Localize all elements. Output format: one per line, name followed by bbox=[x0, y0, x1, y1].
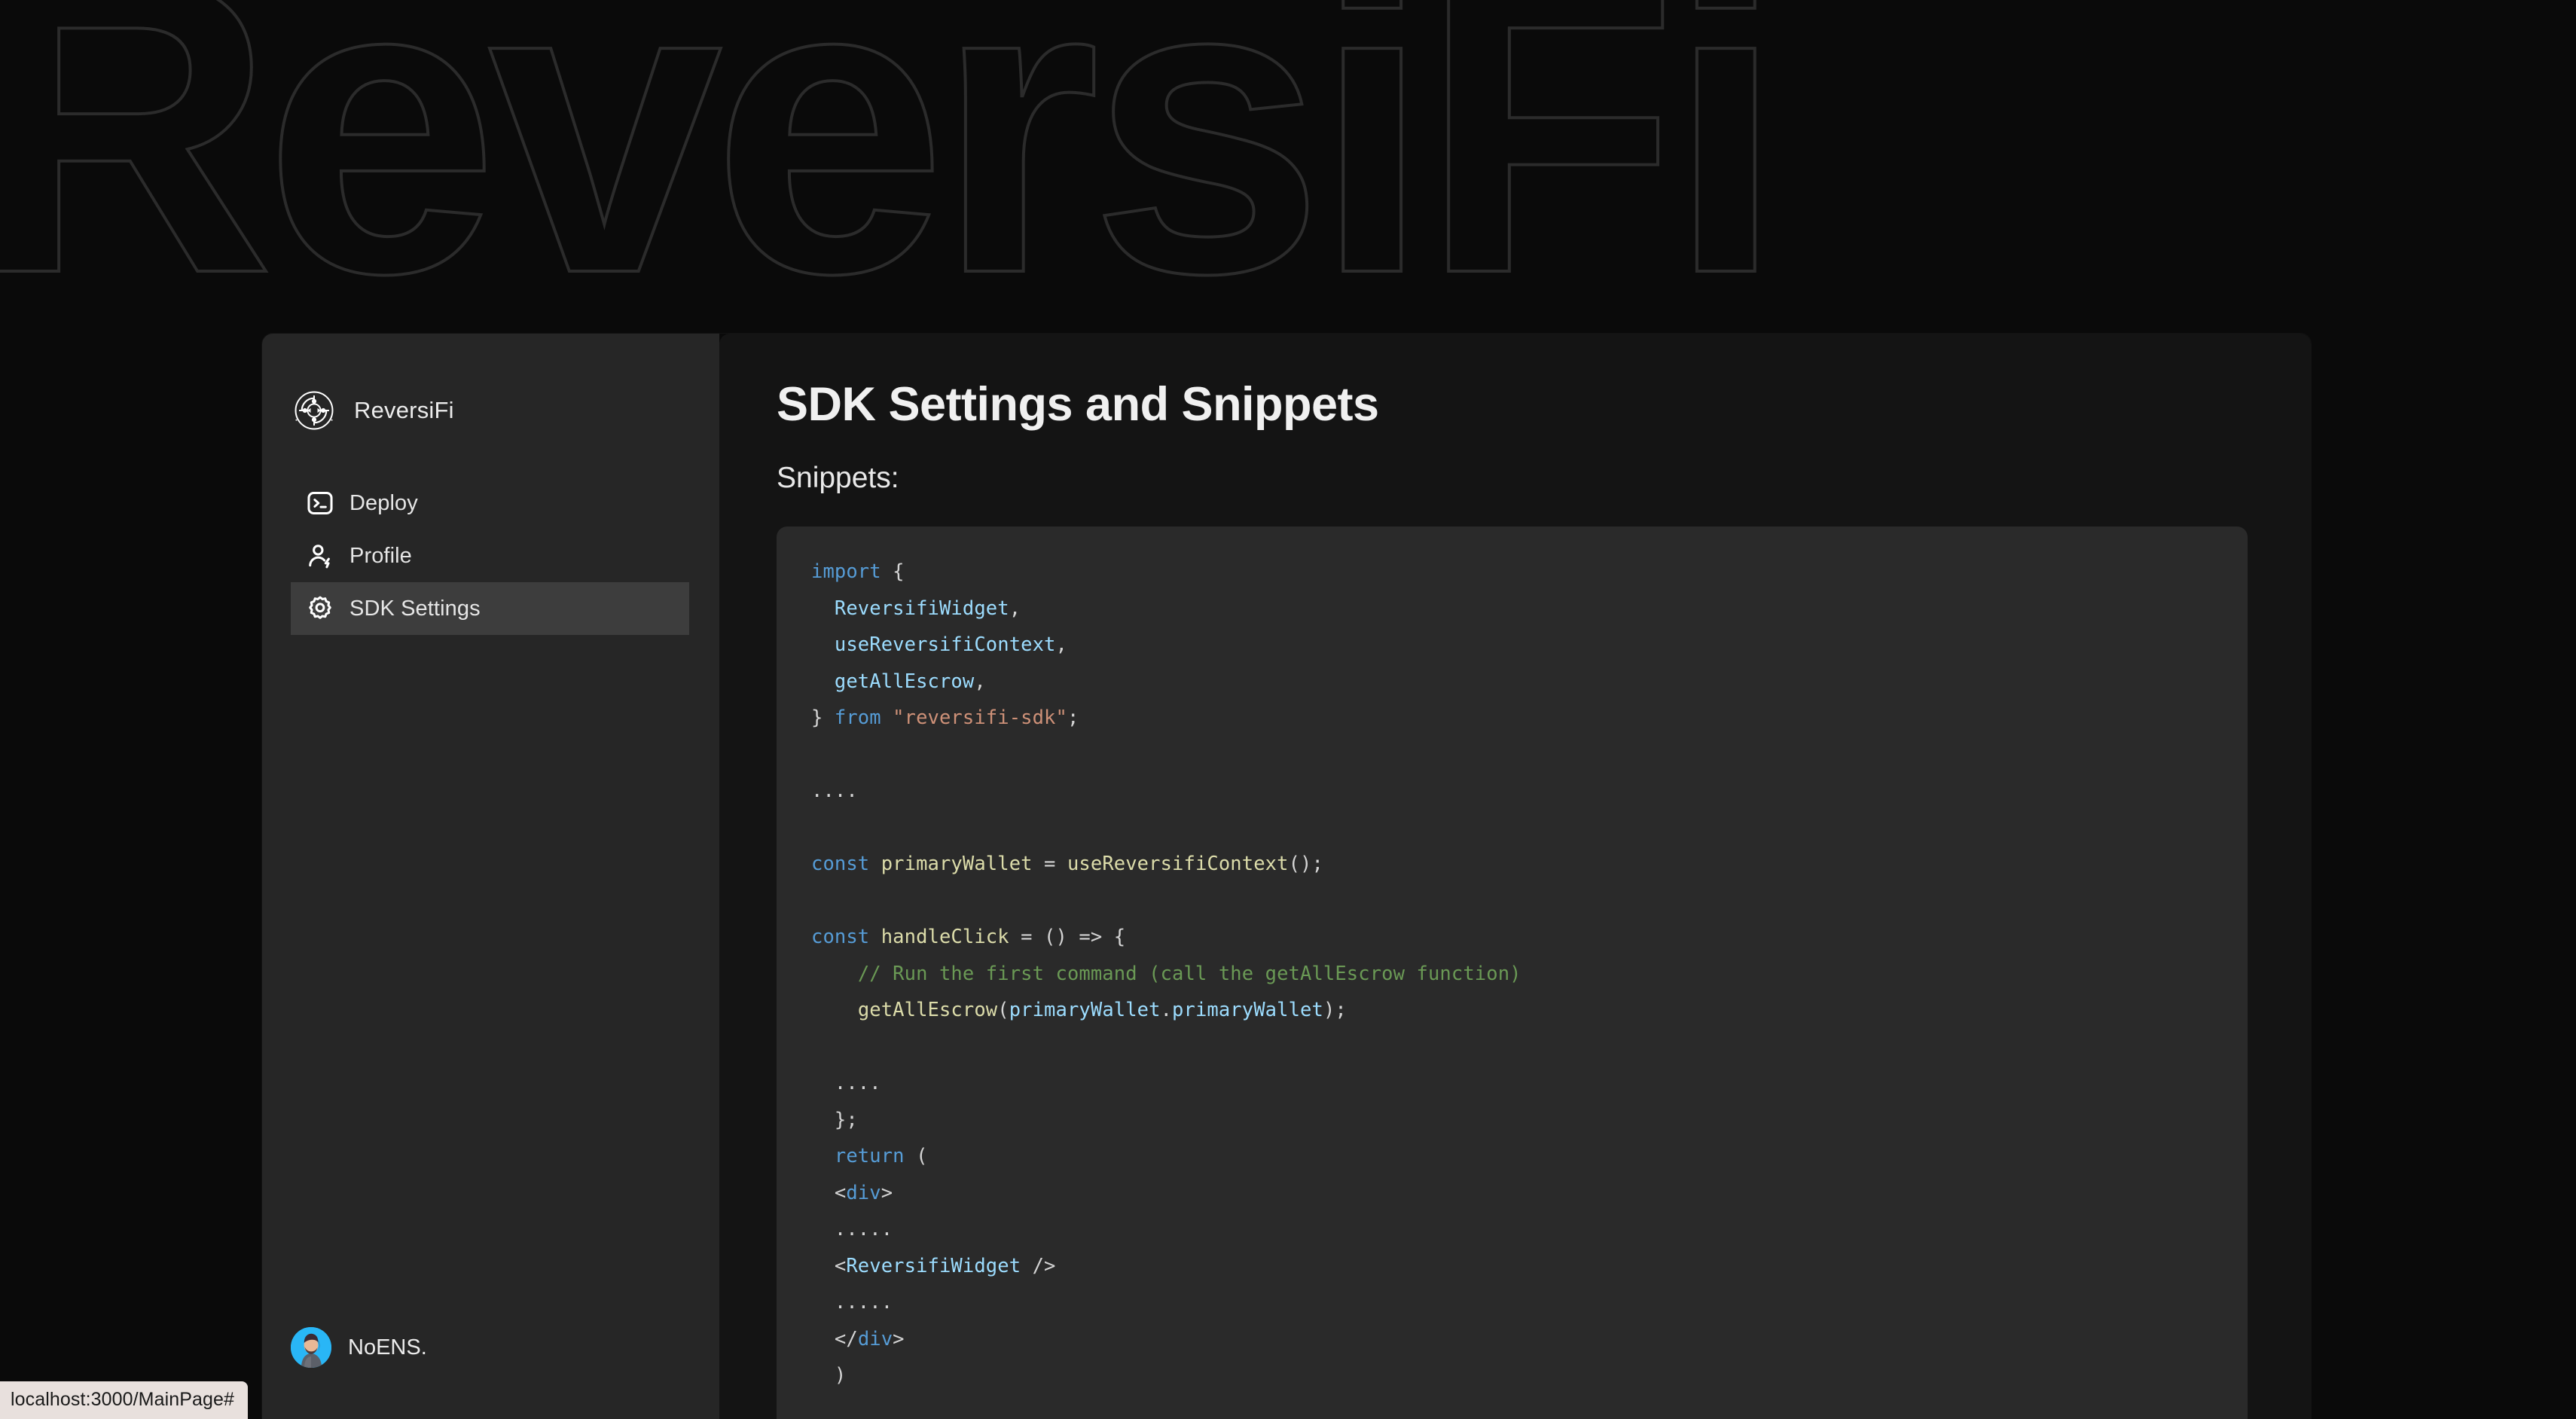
reversifi-orbit-logo-icon bbox=[295, 391, 334, 430]
brand[interactable]: ReversiFi bbox=[262, 334, 719, 447]
terminal-square-icon bbox=[307, 492, 333, 514]
user-avatar-photo-icon bbox=[291, 1327, 331, 1368]
snippets-label: Snippets: bbox=[777, 462, 899, 495]
sidebar-item-label: Profile bbox=[349, 543, 412, 568]
sidebar-item-deploy[interactable]: Deploy bbox=[291, 477, 689, 529]
user-name: NoENS. bbox=[348, 1335, 427, 1359]
background-watermark: ReversiFi bbox=[0, 0, 1786, 362]
avatar[interactable] bbox=[291, 1327, 331, 1368]
sidebar-item-label: SDK Settings bbox=[349, 596, 481, 621]
sidebar-item-profile[interactable]: Profile bbox=[291, 529, 689, 582]
user-row[interactable]: NoENS. bbox=[262, 1327, 719, 1419]
sidebar-item-sdk-settings[interactable]: SDK Settings bbox=[291, 582, 689, 635]
page-title: SDK Settings and Snippets bbox=[777, 378, 1379, 431]
user-bolt-icon bbox=[309, 545, 330, 569]
gear-icon bbox=[309, 596, 331, 619]
sidebar-item-label: Deploy bbox=[349, 490, 418, 515]
app-window: ReversiFi Deploy Profile SDK Settings No… bbox=[262, 334, 2311, 1419]
content-panel: SDK Settings and Snippets Snippets: impo… bbox=[719, 334, 2311, 1419]
brand-label: ReversiFi bbox=[354, 397, 454, 423]
watermark-text: ReversiFi bbox=[0, 0, 1774, 361]
code-snippet-text: import { ReversifiWidget, useReversifiCo… bbox=[811, 560, 1521, 1387]
status-bar-url: localhost:3000/MainPage# bbox=[0, 1381, 249, 1419]
sidebar: ReversiFi Deploy Profile SDK Settings No… bbox=[262, 334, 719, 1419]
code-snippet-block[interactable]: import { ReversifiWidget, useReversifiCo… bbox=[777, 526, 2248, 1419]
sidebar-nav: Deploy Profile SDK Settings bbox=[262, 477, 719, 635]
